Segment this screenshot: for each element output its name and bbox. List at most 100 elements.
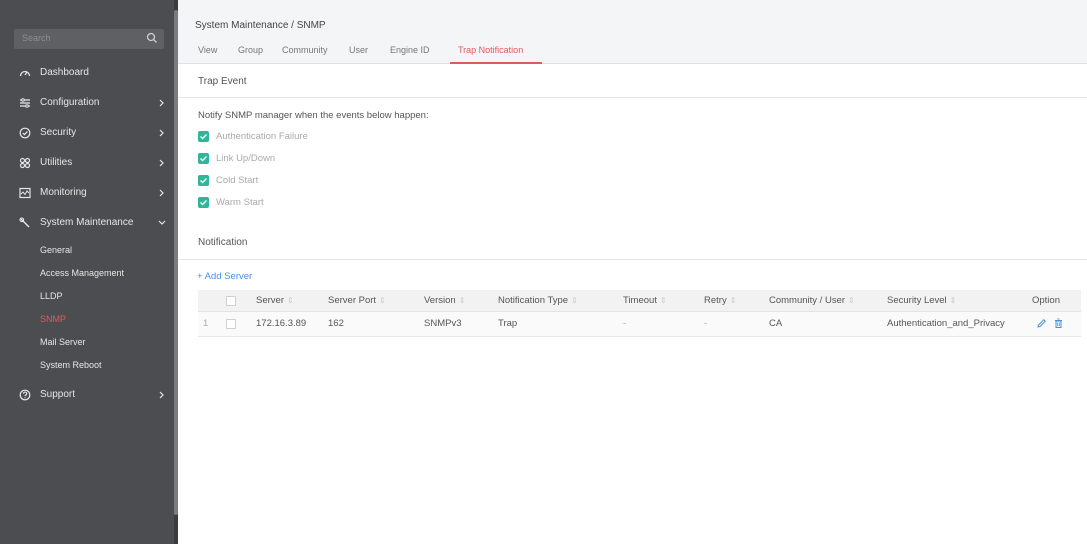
- tab-label: Community: [282, 45, 328, 55]
- check-icon: [200, 178, 208, 184]
- cell-server-port: 162: [328, 318, 344, 329]
- column-version[interactable]: Version ⇕: [424, 295, 465, 306]
- column-label: Server Port: [328, 295, 377, 306]
- chevron-right-icon: [159, 159, 164, 167]
- sidebar-subitem-mail-server[interactable]: Mail Server: [0, 331, 174, 354]
- column-label: Notification Type: [498, 295, 569, 306]
- chevron-down-icon: [158, 220, 166, 225]
- main-content: System Maintenance / SNMP View Group Com…: [178, 0, 1087, 544]
- row-index: 1: [203, 318, 209, 329]
- tab-label: Trap Notification: [458, 45, 524, 55]
- server-table: Server ⇕ Server Port ⇕ Version ⇕ Notificati…: [198, 290, 1081, 337]
- sort-icon: ⇕: [379, 296, 386, 305]
- column-timeout[interactable]: Timeout ⇕: [623, 295, 667, 306]
- sort-icon: ⇕: [729, 296, 737, 305]
- column-label: Security Level: [887, 295, 947, 306]
- sort-icon: ⇕: [848, 296, 855, 305]
- chevron-right-icon: [159, 189, 164, 197]
- sidebar-subitem-label: General: [40, 245, 73, 255]
- monitoring-icon: [19, 187, 31, 199]
- sidebar-item-security[interactable]: Security: [0, 119, 174, 149]
- chevron-right-icon: [159, 391, 164, 399]
- cell-server: 172.16.3.89: [256, 318, 307, 329]
- checkbox-checked[interactable]: [198, 131, 209, 142]
- sort-icon: ⇕: [571, 296, 578, 305]
- check-icon: [200, 134, 208, 140]
- search-icon[interactable]: [146, 32, 158, 44]
- column-label: Server: [256, 295, 284, 306]
- sidebar-item-support[interactable]: Support: [0, 381, 174, 411]
- checkbox-checked[interactable]: [198, 175, 209, 186]
- chevron-right-icon: [159, 129, 164, 137]
- sidebar-subitem-snmp[interactable]: SNMP: [0, 308, 174, 331]
- trash-icon[interactable]: [1053, 318, 1064, 329]
- cell-security-level: Authentication_and_Privacy: [887, 318, 1005, 329]
- search-placeholder: Search: [22, 33, 51, 43]
- event-label: Link Up/Down: [216, 153, 276, 164]
- column-community-user[interactable]: Community / User ⇕: [769, 295, 855, 306]
- column-notification-type[interactable]: Notification Type ⇕: [498, 295, 578, 306]
- sidebar-item-label: Support: [40, 389, 76, 400]
- cell-timeout: -: [623, 318, 627, 329]
- sidebar-item-label: System Maintenance: [40, 217, 134, 228]
- sidebar-subitem-label: LLDP: [40, 291, 63, 301]
- select-all-checkbox[interactable]: [226, 296, 236, 306]
- checkbox-checked[interactable]: [198, 197, 209, 208]
- sidebar-item-system-maintenance[interactable]: System Maintenance: [0, 209, 174, 239]
- sidebar-nav: Dashboard Configuration Security Utiliti…: [0, 59, 174, 411]
- sort-icon: ⇕: [659, 296, 667, 305]
- event-label: Cold Start: [216, 175, 259, 186]
- table-row: 1 172.16.3.89 162 SNMPv3 Trap - - CA Aut…: [198, 312, 1081, 337]
- sidebar-item-label: Monitoring: [40, 187, 87, 198]
- check-icon: [200, 156, 208, 162]
- check-icon: [200, 200, 208, 206]
- sidebar-item-configuration[interactable]: Configuration: [0, 89, 174, 119]
- cell-notification-type: Trap: [498, 318, 518, 329]
- tab-label: Group: [238, 45, 264, 55]
- sidebar-subitem-label: System Reboot: [40, 360, 102, 370]
- row-checkbox[interactable]: [226, 319, 236, 329]
- wrench-icon: [19, 217, 30, 228]
- sort-icon: ⇕: [458, 296, 466, 305]
- column-server[interactable]: Server ⇕: [256, 295, 294, 306]
- sidebar-subitem-lldp[interactable]: LLDP: [0, 285, 174, 308]
- help-icon: [19, 389, 31, 401]
- sidebar-subitem-general[interactable]: General: [0, 239, 174, 262]
- column-server-port[interactable]: Server Port ⇕: [328, 295, 386, 306]
- cell-retry: -: [704, 318, 708, 329]
- checkbox-checked[interactable]: [198, 153, 209, 164]
- tab-label: Engine ID: [390, 45, 430, 55]
- notification-title: Notification: [198, 237, 248, 248]
- configuration-icon: [20, 98, 30, 108]
- divider: [178, 97, 1087, 98]
- sidebar-subitem-label: SNMP: [40, 314, 67, 324]
- sidebar-subitem-label: Mail Server: [40, 337, 86, 347]
- event-label: Warm Start: [216, 197, 264, 208]
- notify-text: Notify SNMP manager when the events belo…: [198, 110, 429, 121]
- page-header: System Maintenance / SNMP View Group Com…: [178, 0, 1087, 64]
- search-box[interactable]: Search: [14, 29, 164, 49]
- sidebar-item-dashboard[interactable]: Dashboard: [0, 59, 174, 89]
- breadcrumb: System Maintenance / SNMP: [195, 20, 326, 31]
- sidebar-subitem-access-management[interactable]: Access Management: [0, 262, 174, 285]
- column-option: Option: [1032, 295, 1060, 306]
- utilities-icon: [19, 157, 31, 169]
- sidebar-item-label: Security: [40, 127, 77, 138]
- column-security-level[interactable]: Security Level ⇕: [887, 295, 956, 306]
- sidebar-item-monitoring[interactable]: Monitoring: [0, 179, 174, 209]
- column-retry[interactable]: Retry ⇕: [704, 295, 736, 306]
- column-label: Retry: [704, 295, 727, 306]
- tab-label: View: [198, 45, 218, 55]
- sidebar-item-label: Utilities: [40, 157, 73, 168]
- divider: [178, 259, 1087, 260]
- sidebar-item-utilities[interactable]: Utilities: [0, 149, 174, 179]
- dashboard-icon: [19, 70, 31, 77]
- add-server-button[interactable]: + Add Server: [197, 271, 252, 282]
- shield-icon: [19, 127, 31, 139]
- sidebar: Search Dashboard Configuration Security …: [0, 0, 178, 544]
- cell-community-user: CA: [769, 318, 783, 329]
- edit-icon[interactable]: [1036, 318, 1047, 329]
- sidebar-subitem-system-reboot[interactable]: System Reboot: [0, 354, 174, 377]
- column-label: Timeout: [623, 295, 657, 306]
- chevron-right-icon: [159, 99, 164, 107]
